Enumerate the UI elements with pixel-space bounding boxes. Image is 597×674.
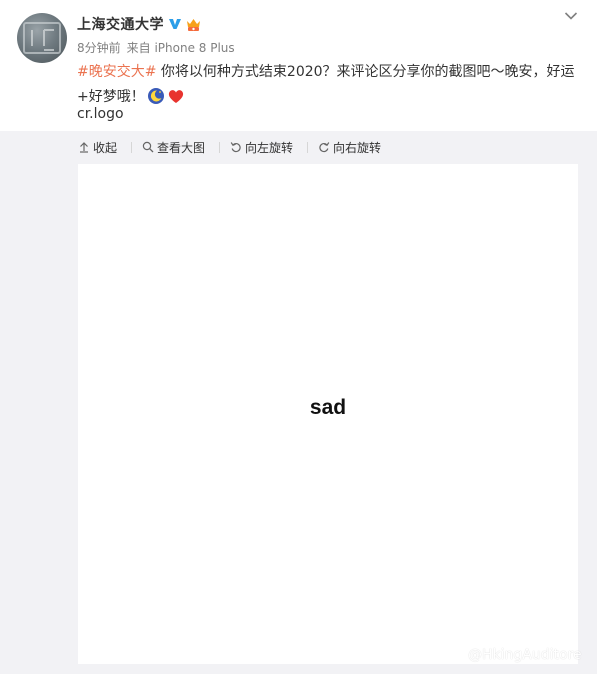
post-meta: 8分钟前 来自 iPhone 8 Plus: [77, 39, 241, 56]
toolbar-divider: [307, 141, 309, 153]
author-avatar[interactable]: [17, 13, 67, 63]
rotate-left-label: 向左旋转: [245, 140, 294, 155]
rotate-right-button[interactable]: 向右旋转: [318, 139, 381, 156]
media-expanded-panel: 收起 查看大图 向左旋转 向右旋转 sad: [0, 131, 597, 674]
arrow-up-icon: [78, 141, 90, 153]
hashtag-link[interactable]: #晚安交大#: [77, 64, 156, 80]
collapse-label: 收起: [93, 140, 118, 155]
image-caption-text: sad: [309, 396, 347, 419]
post-image[interactable]: sad: [78, 164, 578, 664]
verified-badge-icon: [168, 17, 182, 31]
image-toolbar: 收起 查看大图 向左旋转 向右旋转: [78, 138, 395, 156]
rotate-left-button[interactable]: 向左旋转: [230, 139, 293, 156]
image-watermark: @HkingAuditore: [444, 646, 582, 664]
collapse-button[interactable]: 收起: [78, 139, 117, 156]
author-row: 上海交通大学: [77, 14, 202, 34]
moon-stars-emoji-icon: [147, 87, 165, 105]
toolbar-divider: [219, 141, 221, 153]
toolbar-divider: [131, 141, 133, 153]
red-heart-emoji-icon: [167, 87, 185, 105]
weibo-logo-icon: [444, 647, 466, 663]
post-source: 来自 iPhone 8 Plus: [126, 41, 235, 55]
avatar-seal-graphic: [23, 22, 61, 54]
view-large-button[interactable]: 查看大图: [142, 139, 205, 156]
watermark-text: @HkingAuditore: [468, 647, 582, 663]
search-icon: [142, 141, 154, 153]
vip-crown-badge-icon[interactable]: [185, 17, 202, 32]
weibo-post-card: 上海交通大学 8分钟前 来自 iPhone 8 Plus #晚安交大# 你将以何种…: [0, 0, 597, 674]
chevron-down-icon[interactable]: [564, 10, 578, 22]
rotate-left-icon: [230, 141, 242, 153]
rotate-right-icon: [318, 141, 330, 153]
post-text: #晚安交大# 你将以何种方式结束2020？来评论区分享你的截图吧～晚安，好运+好…: [77, 60, 577, 110]
post-link[interactable]: cr.logo: [77, 106, 124, 122]
rotate-right-label: 向右旋转: [333, 140, 382, 155]
post-time[interactable]: 8分钟前: [77, 41, 121, 55]
view-large-label: 查看大图: [157, 140, 206, 155]
author-name[interactable]: 上海交通大学: [77, 14, 164, 34]
